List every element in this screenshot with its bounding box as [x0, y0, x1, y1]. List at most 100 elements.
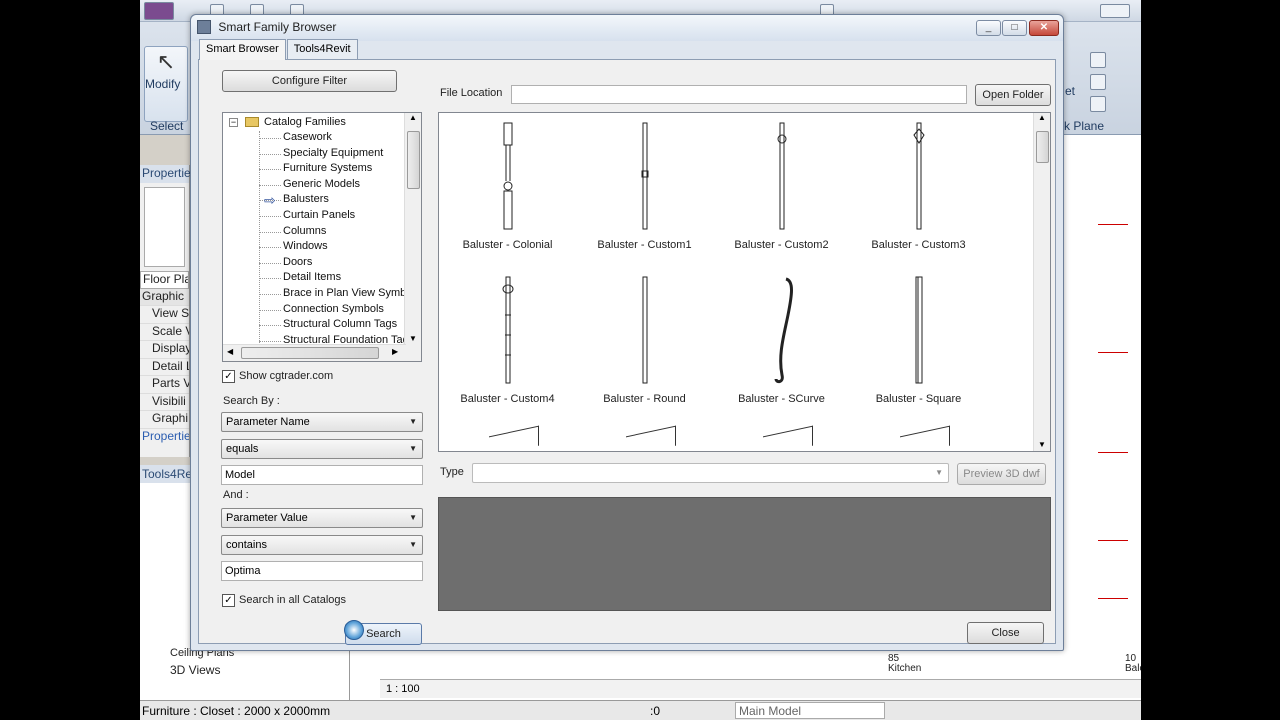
status-zero: :0 [650, 704, 661, 718]
tree-vertical-scrollbar[interactable]: ▲ ▼ [404, 113, 421, 361]
app-menu-icon[interactable] [144, 2, 174, 20]
partial-thumbnail [489, 425, 539, 451]
tree-item[interactable]: Brace in Plan View Symbo [283, 287, 412, 299]
operator2-value: contains [226, 539, 267, 551]
param2-dropdown[interactable]: Parameter Value ▼ [221, 508, 423, 528]
property-row[interactable]: Propertie [140, 429, 189, 447]
value1-input[interactable]: Model [221, 465, 423, 485]
tree-item-3d-views[interactable]: 3D Views [170, 663, 220, 677]
search-button[interactable]: Search [344, 620, 422, 645]
tree-item[interactable]: Generic Models [283, 178, 360, 190]
tree-item[interactable]: Specialty Equipment [283, 147, 383, 159]
scroll-right-icon[interactable]: ▶ [392, 347, 398, 356]
search-by-label: Search By : [223, 395, 280, 407]
value2-input[interactable]: Optima [221, 561, 423, 581]
family-item[interactable]: Baluster - SCurve [713, 275, 850, 405]
tree-item[interactable]: Balusters [283, 193, 329, 205]
tab-tools4revit[interactable]: Tools4Revit [286, 39, 358, 59]
operator1-dropdown[interactable]: equals ▼ [221, 439, 423, 459]
tab-smart-browser[interactable]: Smart Browser [199, 39, 286, 60]
property-row[interactable]: Graphic [140, 288, 189, 306]
tree-item[interactable]: Windows [283, 240, 328, 252]
property-row[interactable]: Graphi [140, 411, 189, 429]
type-dropdown[interactable]: ▼ [472, 463, 949, 483]
properties-header: Propertie [140, 165, 191, 183]
grid-vertical-scrollbar[interactable]: ▲ ▼ [1033, 113, 1050, 451]
property-row[interactable]: Detail L [140, 359, 189, 376]
preview-3d-button[interactable]: Preview 3D dwf [957, 463, 1046, 485]
scroll-down-icon[interactable]: ▼ [405, 334, 421, 343]
family-item[interactable]: Baluster - Custom4 [439, 275, 576, 405]
file-location-label: File Location [440, 87, 503, 99]
family-name: Baluster - Custom2 [734, 239, 829, 251]
catalog-tree[interactable]: − Catalog Families Casework Specialty Equ… [222, 112, 422, 362]
dropdown-arrow-icon: ▼ [409, 513, 417, 522]
minimize-button[interactable]: _ [976, 20, 1001, 36]
tree-root[interactable]: Catalog Families [264, 116, 346, 128]
tree-connector [259, 169, 281, 171]
maximize-button[interactable]: □ [1002, 20, 1027, 36]
open-folder-button[interactable]: Open Folder [975, 84, 1051, 106]
scroll-thumb[interactable] [1036, 131, 1049, 163]
family-grid[interactable]: Baluster - Colonial Baluster - Custom1 Bal… [438, 112, 1051, 452]
red-line [1098, 540, 1128, 541]
red-line [1098, 224, 1128, 225]
pencil-icon[interactable] [1090, 74, 1106, 90]
window-controls-icon[interactable] [1100, 4, 1130, 18]
property-row[interactable]: Display [140, 341, 189, 359]
scale-label[interactable]: 1 : 100 [386, 683, 420, 695]
family-item[interactable]: Baluster - Custom3 [850, 121, 987, 251]
property-row[interactable]: Visibili [140, 394, 189, 411]
main-model-dropdown[interactable]: Main Model [735, 702, 885, 719]
work-plane-label: rk Plane [1060, 119, 1105, 133]
close-window-button[interactable]: ✕ [1029, 20, 1059, 36]
search-by-dropdown[interactable]: Parameter Name ▼ [221, 412, 423, 432]
family-item[interactable]: Baluster - Custom2 [713, 121, 850, 251]
tree-item[interactable]: Furniture Systems [283, 162, 372, 174]
tree-connector [259, 294, 281, 295]
tree-connector [259, 153, 281, 155]
family-name: Baluster - Custom4 [460, 393, 555, 405]
family-item[interactable]: Baluster - Round [576, 275, 713, 405]
hscroll-thumb[interactable] [241, 347, 379, 359]
search-all-checkbox[interactable]: ✓ [222, 594, 235, 607]
configure-filter-button[interactable]: Configure Filter [222, 70, 397, 92]
baluster-thumbnail [502, 276, 513, 384]
operator2-dropdown[interactable]: contains ▼ [221, 535, 423, 555]
tree-item[interactable]: Curtain Panels [283, 209, 355, 221]
type-label: Type [440, 466, 464, 478]
tree-item[interactable]: Structural Column Tags [283, 318, 397, 330]
grid-icon[interactable] [1090, 52, 1106, 68]
viewer-icon[interactable] [1090, 96, 1106, 112]
scroll-up-icon[interactable]: ▲ [405, 113, 421, 122]
property-row[interactable]: Parts V [140, 376, 189, 394]
show-cgtrader-checkbox[interactable]: ✓ [222, 370, 235, 383]
property-row[interactable]: View S [140, 306, 189, 324]
scroll-up-icon[interactable]: ▲ [1034, 113, 1050, 122]
dropdown-arrow-icon: ▼ [409, 540, 417, 549]
family-name: Baluster - Round [603, 393, 686, 405]
tree-item[interactable]: Columns [283, 225, 326, 237]
property-row[interactable]: Floor Pla [140, 271, 189, 289]
family-name: Baluster - Custom3 [871, 239, 966, 251]
scroll-down-icon[interactable]: ▼ [1034, 440, 1050, 449]
scroll-thumb[interactable] [407, 131, 420, 189]
partial-thumbnail [763, 425, 813, 451]
collapse-icon[interactable]: − [229, 118, 238, 127]
scroll-left-icon[interactable]: ◀ [227, 347, 233, 356]
tree-item[interactable]: Connection Symbols [283, 303, 384, 315]
tree-item[interactable]: Casework [283, 131, 332, 143]
tree-item[interactable]: Doors [283, 256, 312, 268]
family-item[interactable]: Baluster - Custom1 [576, 121, 713, 251]
tree-item[interactable]: Detail Items [283, 271, 341, 283]
smart-family-browser-dialog: Smart Family Browser _ □ ✕ Smart Browser… [190, 14, 1064, 651]
family-item[interactable]: Baluster - Square [850, 275, 987, 405]
close-button[interactable]: Close [967, 622, 1044, 644]
family-item[interactable]: Baluster - Colonial [439, 121, 576, 251]
file-location-input[interactable] [511, 85, 967, 104]
family-name: Baluster - Custom1 [597, 239, 692, 251]
modify-button[interactable]: ↖ Modify [144, 46, 188, 122]
tree-horizontal-scrollbar[interactable]: ◀ ▶ [223, 344, 406, 361]
tree-connector [259, 138, 281, 139]
property-row[interactable]: Scale Va [140, 324, 189, 341]
